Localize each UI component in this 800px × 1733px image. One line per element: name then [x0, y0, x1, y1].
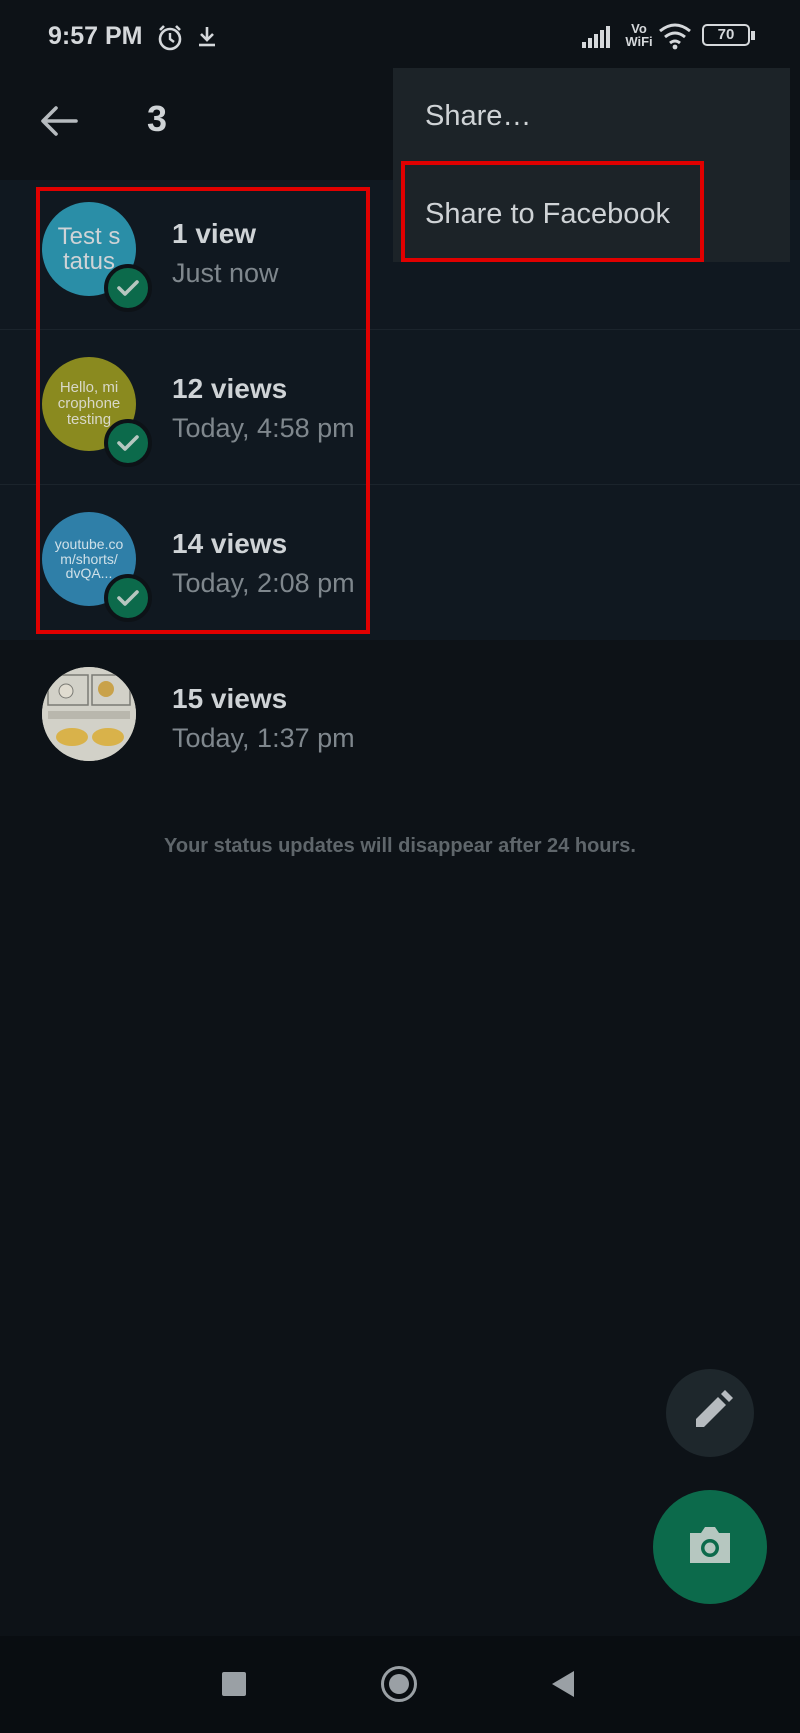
- highlight-box: [401, 161, 704, 262]
- signal-icon: [582, 26, 610, 48]
- wifi-label: WiFi: [625, 34, 653, 49]
- menu-item-share[interactable]: Share…: [425, 100, 531, 133]
- comic-image: [42, 667, 136, 761]
- status-time: Today, 1:37 pm: [172, 723, 355, 753]
- wifi-icon: [659, 23, 691, 50]
- battery-tip: [751, 31, 755, 40]
- pencil-icon: [696, 1390, 733, 1427]
- edit-text-status-button[interactable]: [666, 1369, 754, 1457]
- camera-status-button[interactable]: [653, 1490, 767, 1604]
- download-icon: [199, 27, 215, 47]
- battery-icon: 70: [702, 24, 750, 46]
- status-time: 9:57 PM: [48, 22, 143, 50]
- alarm-icon: [158, 25, 182, 51]
- page-title: 3: [147, 98, 168, 139]
- view-count: 15 views: [172, 683, 288, 714]
- battery-level: 70: [717, 26, 735, 43]
- highlight-box: [36, 187, 370, 634]
- back-triangle-icon[interactable]: [550, 1669, 576, 1699]
- status-item[interactable]: 15 views Today, 1:37 pm: [0, 640, 800, 795]
- navigation-bar: [0, 1636, 800, 1733]
- home-circle-icon[interactable]: [381, 1666, 417, 1702]
- disappear-note: Your status updates will disappear after…: [164, 835, 636, 857]
- arrow-left-icon[interactable]: [36, 98, 82, 144]
- camera-icon: [690, 1527, 730, 1563]
- volte-wifi-icon: Vo WiFi: [622, 22, 656, 48]
- status-thumbnail: [42, 667, 136, 761]
- recents-square-icon[interactable]: [222, 1672, 246, 1696]
- status-bar: 9:57 PM Vo WiFi 70: [0, 0, 800, 70]
